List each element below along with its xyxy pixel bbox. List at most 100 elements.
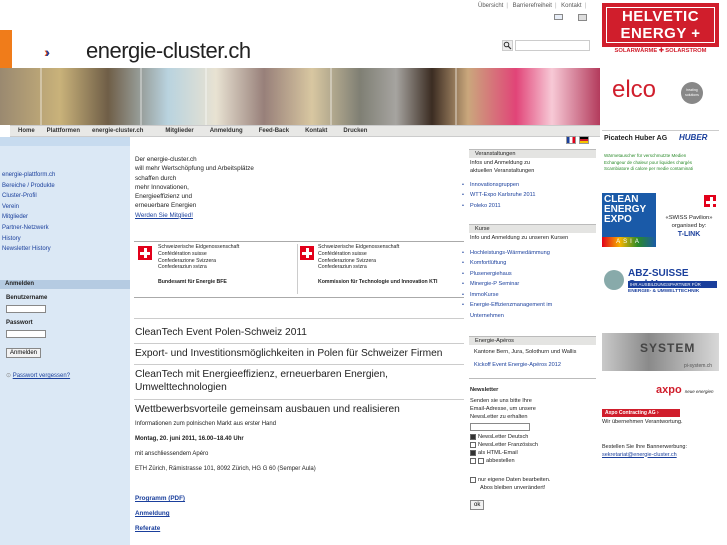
events-text-line: aktuellen Veranstaltungen [470,168,535,174]
site-logo[interactable]: energie-cluster.ch [86,38,251,64]
program-pdf-link[interactable]: Programm (PDF) [135,495,185,502]
checkbox-fr[interactable] [470,441,476,448]
search-icon[interactable] [502,40,513,51]
axpo-sub: Wir übernehmen Verantwortung. [602,419,683,425]
sidebar-item[interactable]: Cluster-Profil [2,191,55,202]
option-label: NewsLetter Deutsch [478,434,529,440]
divider [469,378,596,379]
top-link-contact[interactable]: Kontakt [561,3,581,9]
ad-pi-system[interactable]: SYSTEM pi-system.ch [602,333,719,371]
axpo-word: axpo [656,384,682,396]
newsletter-email-input[interactable] [470,423,530,431]
axpo-tag: neue energien [684,389,714,394]
ad-clean-energy-expo[interactable]: CLEAN ENERGY EXPO ASIA «SWISS Pavilion» … [602,193,719,248]
list-item[interactable]: Komfortlüftung [462,258,552,268]
list-item[interactable]: Minergie-P Seminar [462,279,552,289]
event-date: Montag, 20. juni 2011, 16.00–18.40 Uhr [135,436,244,442]
events-heading: Veranstaltungen [469,149,596,158]
checkbox-unsub-2[interactable] [478,457,484,464]
picatech-title: Picatech Huber AG [604,135,668,142]
ad-abz-suisse[interactable]: ABZ-SUISSE GmbH IHR AUSBILDUNGSPARTNER F… [602,268,719,318]
list-item[interactable]: Poleko 2011 [462,201,535,211]
list-item[interactable]: WTT-Expo Karlsruhe 2011 [462,190,536,200]
nav-mitglieder[interactable]: Mitglieder [149,126,199,136]
newsletter-text-line: Email-Adresse, um unsere [470,406,536,412]
nav-drucken[interactable]: Drucken [333,126,373,136]
fed-right-text: Schweizerische Eidgenossenschaft Confédé… [318,244,438,286]
username-input[interactable] [6,305,46,313]
pavilion-line: «SWISS Pavilion» [665,215,713,221]
password-input[interactable] [6,330,46,338]
list-item[interactable]: ImmoKurse [462,290,552,300]
sidebar-item[interactable]: Bereiche / Produkte [2,181,55,192]
sidebar-item[interactable]: Mitglieder [2,212,55,223]
apero-text: Kantone Bern, Jura, Solothurn und Wallis [474,349,577,355]
login-button[interactable]: Anmelden [6,348,42,358]
logo-divider [297,244,298,294]
checkbox-edit[interactable] [470,476,476,483]
nav-energie-cluster[interactable]: energie-cluster.ch [86,126,149,136]
apero-link[interactable]: Kickoff Event Energie-Apéros 2012 [474,361,561,369]
ad-picatech[interactable]: Picatech Huber AG HUBER Wärmetauscher fü… [602,130,719,180]
top-links: Übersicht | Barrierefreiheit | Kontakt | [478,3,587,9]
system-url: pi-system.ch [684,363,713,369]
nav-kontakt[interactable]: Kontakt [295,126,333,136]
edit-note: Abos bleiben unverändert! [480,485,546,491]
search-input[interactable] [515,40,590,51]
events-text-line: Infos und Anmeldung zu [470,160,531,166]
sidebar-item[interactable]: energie-plattform.ch [2,170,55,181]
list-item[interactable]: Hochleistungs-Wärmedämmung [462,248,552,258]
fed-line: Confederaziun svizra [318,264,367,271]
newsletter-text: Senden sie uns bitte Ihre Email-Adresse,… [470,397,536,421]
print-icon[interactable] [578,14,587,21]
checkbox-unsub[interactable] [470,457,476,464]
checkbox-de[interactable] [470,433,476,440]
order-email-link[interactable]: sekretariat@energie-cluster.ch [602,452,687,460]
ad-elco[interactable]: elco heating solutions [602,70,719,120]
banner-order: Bestellen Sie Ihre Bannerwerbung: sekret… [602,444,687,459]
main-nav: Home Plattformen energie-cluster.ch Mitg… [10,125,600,137]
newsletter-ok-button[interactable]: ok [470,500,485,510]
flag-fr-icon[interactable] [566,136,576,144]
fed-line: Schweizerische Eidgenossenschaft [318,244,400,250]
fed-left-text: Schweizerische Eidgenossenschaft Confédé… [158,244,239,286]
ad-axpo[interactable]: axpo neue energien Axpo Contracting AG ›… [602,384,719,429]
swiss-pavilion: «SWISS Pavilion» organised by: T-LINK [658,193,718,247]
nav-home[interactable]: Home [10,126,41,136]
sidebar-item[interactable]: History [2,234,55,245]
nav-plattformen[interactable]: Plattformen [41,126,86,136]
helvetic-box: HELVETIC ENERGY + [602,3,719,47]
fed-line: Confederazione Svizzera [158,257,216,264]
headline-cleantech: CleanTech mit Energieeffizienz, erneuerb… [135,369,388,393]
presentations-link[interactable]: Referate [135,525,160,532]
fed-office-bfe: Bundesamt für Energie BFE [158,279,227,286]
sidebar-item[interactable]: Newsletter History [2,244,55,255]
become-member-link[interactable]: Werden Sie Mitglied! [135,211,254,220]
ad-helvetic-energy[interactable]: HELVETIC ENERGY + SOLARWÄRME ✚ SOLARSTRO… [602,3,719,59]
intro-line: Der energie-cluster.ch [135,156,197,163]
intro-line: mehr Innovationen, [135,183,189,191]
password-label: Passwort [6,320,33,326]
list-item[interactable]: Innovationsgruppen [462,180,535,190]
sidebar-item[interactable]: Verein [2,202,55,213]
list-item[interactable]: Plusenergiehaus [462,269,552,279]
checkbox-html[interactable] [470,449,476,456]
email-icon[interactable] [554,14,563,20]
event-apero: mit anschliessendem Apéro [135,451,209,457]
nav-anmeldung[interactable]: Anmeldung [200,126,249,136]
top-link-accessibility[interactable]: Barrierefreiheit [513,3,552,9]
axpo-logo: axpo neue energien [656,384,714,396]
flag-de-icon[interactable] [579,136,589,144]
registration-link[interactable]: Anmeldung [135,510,170,517]
sidebar-item[interactable]: Partner-Netzwerk [2,223,55,234]
fed-line: Confederaziun svizra [158,264,207,271]
order-text: Bestellen Sie Ihre Bannerwerbung: [602,444,687,450]
nav-feedback[interactable]: Feed-Back [249,126,295,136]
list-item[interactable]: Energie-Effizienzmanagement im [462,300,552,310]
sidebar-top [0,137,130,146]
forgot-password-link[interactable]: ⊙ Passwort vergessen? [6,372,70,379]
picatech-line: Wärmetauscher für verschmutzte Medien [604,153,687,158]
divider [134,399,464,400]
top-link-overview[interactable]: Übersicht [478,3,503,9]
course-continuation[interactable]: Unternehmen [470,312,504,320]
